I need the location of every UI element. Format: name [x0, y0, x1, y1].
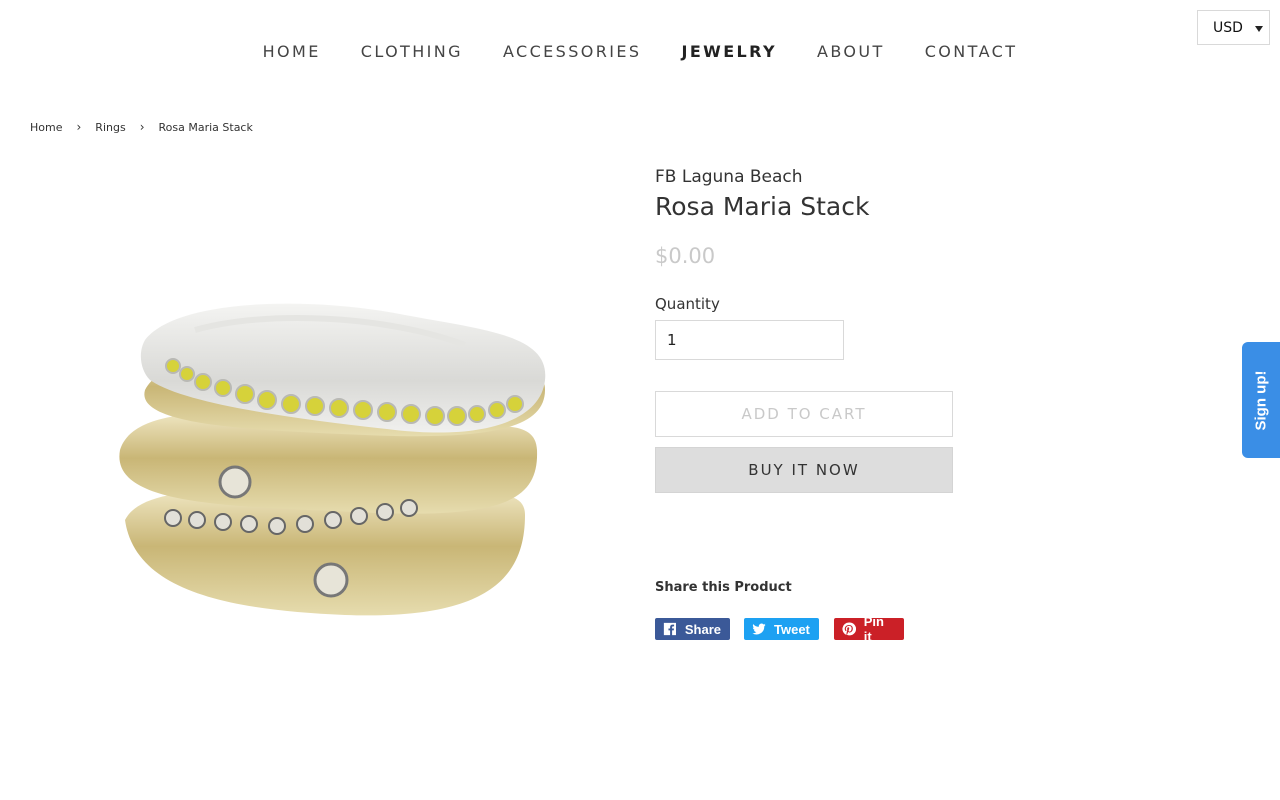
twitter-tweet-button[interactable]: Tweet — [744, 618, 819, 640]
facebook-icon — [663, 622, 676, 636]
nav-item-clothing[interactable]: CLOTHING — [341, 40, 483, 64]
caret-down-icon — [1255, 26, 1263, 32]
nav-item-home[interactable]: HOME — [243, 40, 341, 64]
facebook-share-label: Share — [684, 621, 721, 637]
breadcrumb-separator: › — [139, 120, 145, 134]
breadcrumb-home[interactable]: Home — [30, 121, 62, 134]
quantity-input[interactable] — [655, 320, 844, 360]
signup-label: Sign up! — [1252, 370, 1270, 430]
twitter-icon — [752, 623, 766, 635]
currency-selected: USD — [1213, 19, 1243, 36]
nav-item-about[interactable]: ABOUT — [797, 40, 905, 64]
pinterest-pin-label: Pin it — [863, 614, 884, 644]
pinterest-pin-button[interactable]: Pin it — [834, 614, 904, 644]
twitter-tweet-label: Tweet — [774, 621, 810, 637]
nav-item-contact[interactable]: CONTACT — [905, 40, 1038, 64]
signup-tab[interactable]: Sign up! — [1242, 342, 1280, 458]
product-vendor: FB Laguna Beach — [655, 167, 803, 187]
add-to-cart-button[interactable]: ADD TO CART — [655, 391, 953, 437]
breadcrumb-current: Rosa Maria Stack — [158, 120, 253, 134]
nav-item-accessories[interactable]: ACCESSORIES — [483, 40, 662, 64]
share-title: Share this Product — [655, 580, 792, 595]
pinterest-icon — [842, 622, 856, 636]
product-title: Rosa Maria Stack — [655, 192, 870, 221]
buy-it-now-button[interactable]: BUY IT NOW — [655, 447, 953, 493]
breadcrumb-separator: › — [76, 120, 82, 134]
product-price: $0.00 — [655, 244, 716, 268]
nav-item-jewelry[interactable]: JEWELRY — [661, 40, 797, 64]
breadcrumb: Home › Rings › Rosa Maria Stack — [30, 120, 253, 134]
main-nav: HOME CLOTHING ACCESSORIES JEWELRY ABOUT … — [0, 40, 1280, 64]
facebook-share-button[interactable]: Share — [655, 618, 730, 640]
breadcrumb-rings[interactable]: Rings — [95, 121, 125, 134]
quantity-label: Quantity — [655, 295, 720, 313]
ring-stack-image[interactable] — [105, 290, 625, 630]
